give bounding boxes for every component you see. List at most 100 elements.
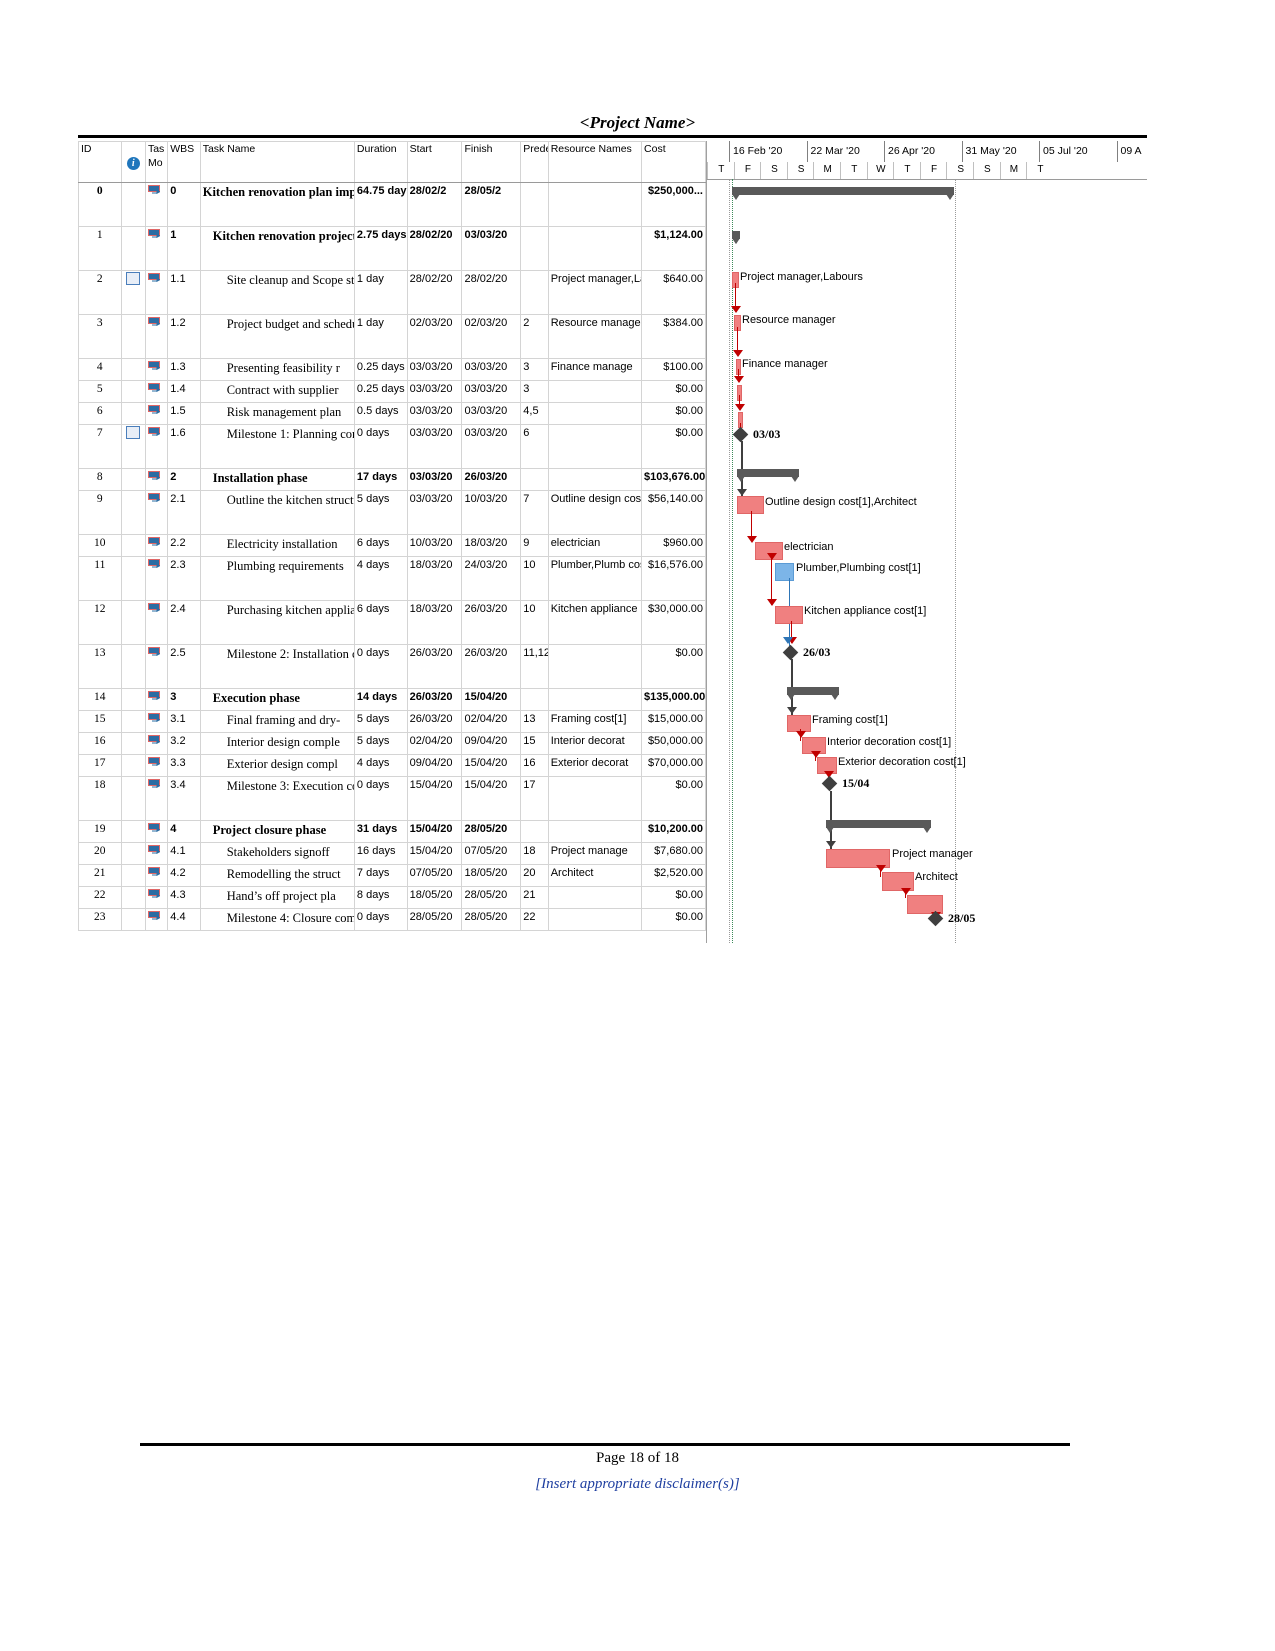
gantt-body[interactable]: Project manager,Labours Resource manager… xyxy=(707,179,1147,943)
phase-summary-bar-2[interactable] xyxy=(737,469,799,482)
milestone-marker[interactable] xyxy=(782,644,799,661)
cell-indicator[interactable] xyxy=(120,908,146,931)
table-row[interactable]: 11Kitchen renovation project planning2.7… xyxy=(78,226,706,271)
cell-indicator[interactable] xyxy=(120,402,146,425)
cell-task-mode[interactable] xyxy=(144,556,169,601)
cell-indicator[interactable] xyxy=(120,886,146,909)
cell-indicator[interactable] xyxy=(120,556,146,601)
col-header-task-name[interactable]: Task Name xyxy=(199,141,355,183)
phase-summary-bar-3[interactable] xyxy=(787,687,839,700)
table-row[interactable]: 19 4 Project closure phase 31 days 15/04/20 2… xyxy=(78,820,706,843)
table-row[interactable]: 00Kitchen renovation plan implementation… xyxy=(78,182,706,227)
col-header-duration[interactable]: Duration xyxy=(353,141,408,183)
table-row[interactable]: 13 2.5Milestone 2: Installation completed… xyxy=(78,644,706,689)
table-row[interactable]: 22 4.3 Hand’s off project pla 8 days 18/05/2… xyxy=(78,886,706,909)
cell-task-mode[interactable] xyxy=(144,270,169,315)
table-row[interactable]: 7 1.6Milestone 1: Planning completed0 day… xyxy=(78,424,706,469)
cell-indicator[interactable] xyxy=(120,688,146,711)
cell-task-mode[interactable] xyxy=(144,754,169,777)
cell-task-mode[interactable] xyxy=(144,358,169,381)
col-header-start[interactable]: Start xyxy=(406,141,463,183)
cell-indicator[interactable] xyxy=(120,424,146,469)
cell-indicator[interactable] xyxy=(120,380,146,403)
cell-indicator[interactable] xyxy=(120,314,146,359)
cell-indicator[interactable] xyxy=(120,182,146,227)
phase-summary-bar-1[interactable] xyxy=(732,231,740,244)
cell-indicator[interactable] xyxy=(120,270,146,315)
phase-summary-bar-4[interactable] xyxy=(826,820,931,833)
table-row[interactable]: 8 2 Installation phase 17 days 03/03/20 26/03… xyxy=(78,468,706,491)
cell-indicator[interactable] xyxy=(120,534,146,557)
cell-task-mode[interactable] xyxy=(144,908,169,931)
cell-indicator[interactable] xyxy=(120,468,146,491)
col-header-indicators[interactable]: i xyxy=(120,141,146,183)
table-row[interactable]: 17 3.3 Exterior design compl 4 days 09/04/20… xyxy=(78,754,706,777)
cell-task-mode[interactable] xyxy=(144,600,169,645)
cell-task-mode[interactable] xyxy=(144,534,169,557)
table-row[interactable]: 3 1.2Project budget and schedule plan1 da… xyxy=(78,314,706,359)
cell-task-mode[interactable] xyxy=(144,402,169,425)
task-grid[interactable]: ID i Tas Mo WBS Task Name Duration Start… xyxy=(78,141,707,943)
col-header-id[interactable]: ID xyxy=(78,141,122,183)
milestone-marker[interactable] xyxy=(732,426,749,443)
gantt-bar[interactable] xyxy=(775,606,803,624)
table-row[interactable]: 20 4.1 Stakeholders signoff 16 days 15/04/20… xyxy=(78,842,706,865)
cell-task-mode[interactable] xyxy=(144,864,169,887)
table-row[interactable]: 14 3 Execution phase 14 days 26/03/20 15/04/2… xyxy=(78,688,706,711)
gantt-bar[interactable] xyxy=(787,715,811,732)
table-row[interactable]: 9 2.1Outline the kitchen structure5 days0… xyxy=(78,490,706,535)
cell-id: 13 xyxy=(78,644,122,689)
col-header-finish[interactable]: Finish xyxy=(461,141,522,183)
milestone-marker[interactable] xyxy=(821,775,838,792)
table-row[interactable]: 12 2.4Purchasing kitchen appliances6 days… xyxy=(78,600,706,645)
cell-indicator[interactable] xyxy=(120,776,146,821)
col-header-predecessors[interactable]: Predec xyxy=(520,141,549,183)
cell-indicator[interactable] xyxy=(120,600,146,645)
cell-task-mode[interactable] xyxy=(144,226,169,271)
cell-task-mode[interactable] xyxy=(144,468,169,491)
cell-indicator[interactable] xyxy=(120,226,146,271)
table-row[interactable]: 6 1.5 Risk management plan 0.5 days 03/03/20… xyxy=(78,402,706,425)
table-row[interactable]: 2 1.1Site cleanup and Scope statement1 da… xyxy=(78,270,706,315)
table-row[interactable]: 11 2.3 Plumbing requirements 4 days 18/03/20… xyxy=(78,556,706,601)
col-header-resource-names[interactable]: Resource Names xyxy=(547,141,643,183)
cell-task-mode[interactable] xyxy=(144,490,169,535)
table-row[interactable]: 21 4.2 Remodelling the struct 7 days 07/05/2… xyxy=(78,864,706,887)
note-indicator-icon[interactable] xyxy=(126,272,141,285)
table-row[interactable]: 5 1.4 Contract with supplier 0.25 days 03/03… xyxy=(78,380,706,403)
cell-indicator[interactable] xyxy=(120,490,146,535)
table-row[interactable]: 16 3.2 Interior design comple 5 days 02/04/2… xyxy=(78,732,706,755)
cell-task-mode[interactable] xyxy=(144,776,169,821)
table-row[interactable]: 18 3.4Milestone 3: Execution completed0 d… xyxy=(78,776,706,821)
note-indicator-icon[interactable] xyxy=(126,426,141,439)
cell-indicator[interactable] xyxy=(120,842,146,865)
project-summary-bar[interactable] xyxy=(732,187,954,200)
cell-indicator[interactable] xyxy=(120,358,146,381)
cell-task-mode[interactable] xyxy=(144,688,169,711)
cell-task-mode[interactable] xyxy=(144,710,169,733)
cell-task-mode[interactable] xyxy=(144,380,169,403)
cell-task-mode[interactable] xyxy=(144,732,169,755)
cell-indicator[interactable] xyxy=(120,732,146,755)
cell-indicator[interactable] xyxy=(120,820,146,843)
gantt-bar-critical[interactable] xyxy=(775,563,794,581)
table-row[interactable]: 23 4.4Milestone 4: Closure completed0 day… xyxy=(78,908,706,931)
cell-indicator[interactable] xyxy=(120,710,146,733)
cell-task-mode[interactable] xyxy=(144,820,169,843)
cell-task-mode[interactable] xyxy=(144,424,169,469)
cell-indicator[interactable] xyxy=(120,644,146,689)
col-header-cost[interactable]: Cost xyxy=(641,141,706,183)
table-row[interactable]: 10 2.2 Electricity installation 6 days 10/03… xyxy=(78,534,706,557)
table-row[interactable]: 15 3.1 Final framing and dry- 5 days 26/03/2… xyxy=(78,710,706,733)
col-header-task-mode[interactable]: Tas Mo xyxy=(144,141,169,183)
cell-indicator[interactable] xyxy=(120,754,146,777)
gantt-pane[interactable]: 16 Feb '20 22 Mar '20 26 Apr '20 31 May '20… xyxy=(707,141,1147,943)
cell-task-mode[interactable] xyxy=(144,314,169,359)
cell-task-mode[interactable] xyxy=(144,182,169,227)
cell-task-mode[interactable] xyxy=(144,644,169,689)
col-header-wbs[interactable]: WBS xyxy=(167,141,201,183)
cell-indicator[interactable] xyxy=(120,864,146,887)
table-row[interactable]: 4 1.3 Presenting feasibility r 0.25 days 03/… xyxy=(78,358,706,381)
cell-task-mode[interactable] xyxy=(144,886,169,909)
cell-task-mode[interactable] xyxy=(144,842,169,865)
